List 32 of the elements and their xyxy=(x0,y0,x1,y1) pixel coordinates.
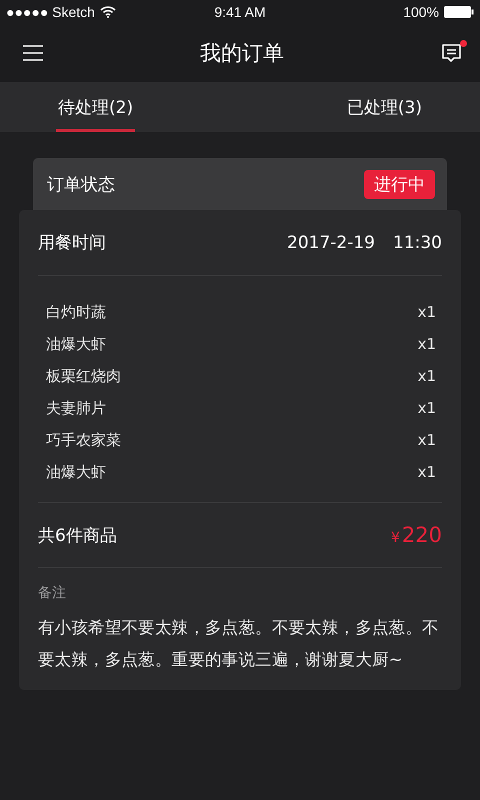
item-count: 共6件商品 xyxy=(38,524,117,546)
dish-name: 巧手农家菜 xyxy=(46,430,121,450)
tab[interactable]: 待处理(2) xyxy=(56,82,136,132)
note-text: 有小孩希望不要太辣，多点葱。不要太辣，多点葱。不要太辣，多点葱。重要的事说三遍，谢谢夏大厨~ xyxy=(38,617,440,671)
total-price: 220 xyxy=(402,523,442,547)
status-badge: 进行中 xyxy=(364,170,435,198)
wifi-icon xyxy=(100,6,116,18)
battery-label: 100% xyxy=(403,4,439,20)
dish-quantity: x1 xyxy=(418,335,436,353)
note-label: 备注 xyxy=(38,584,67,602)
dish-quantity: x1 xyxy=(418,399,436,417)
clock: 9:41 AM xyxy=(214,4,266,20)
menu-button[interactable] xyxy=(22,44,44,62)
status-label: 订单状态 xyxy=(47,174,115,196)
meal-time-label: 用餐时间 xyxy=(38,232,106,254)
dish-name: 夫妻肺片 xyxy=(46,398,106,418)
dish-name: 板栗红烧肉 xyxy=(46,366,121,386)
dish-quantity: x1 xyxy=(418,431,436,449)
dish-name: 油爆大虾 xyxy=(46,334,106,354)
currency-symbol: ¥ xyxy=(390,530,400,546)
dish-quantity: x1 xyxy=(418,463,436,481)
carrier-label: ●●●●● Sketch xyxy=(6,4,95,20)
page-title: 我的订单 xyxy=(200,40,284,67)
dish-quantity: x1 xyxy=(418,367,436,385)
tab[interactable]: 已处理(3) xyxy=(344,82,424,132)
battery-icon xyxy=(444,6,474,18)
message-button[interactable] xyxy=(440,41,466,65)
dish-name: 白灼时蔬 xyxy=(46,302,106,322)
meal-date: 2017-2-19 xyxy=(287,232,375,252)
dish-quantity: x1 xyxy=(418,303,436,321)
dish-name: 油爆大虾 xyxy=(46,462,106,482)
meal-time: 11:30 xyxy=(393,232,442,252)
